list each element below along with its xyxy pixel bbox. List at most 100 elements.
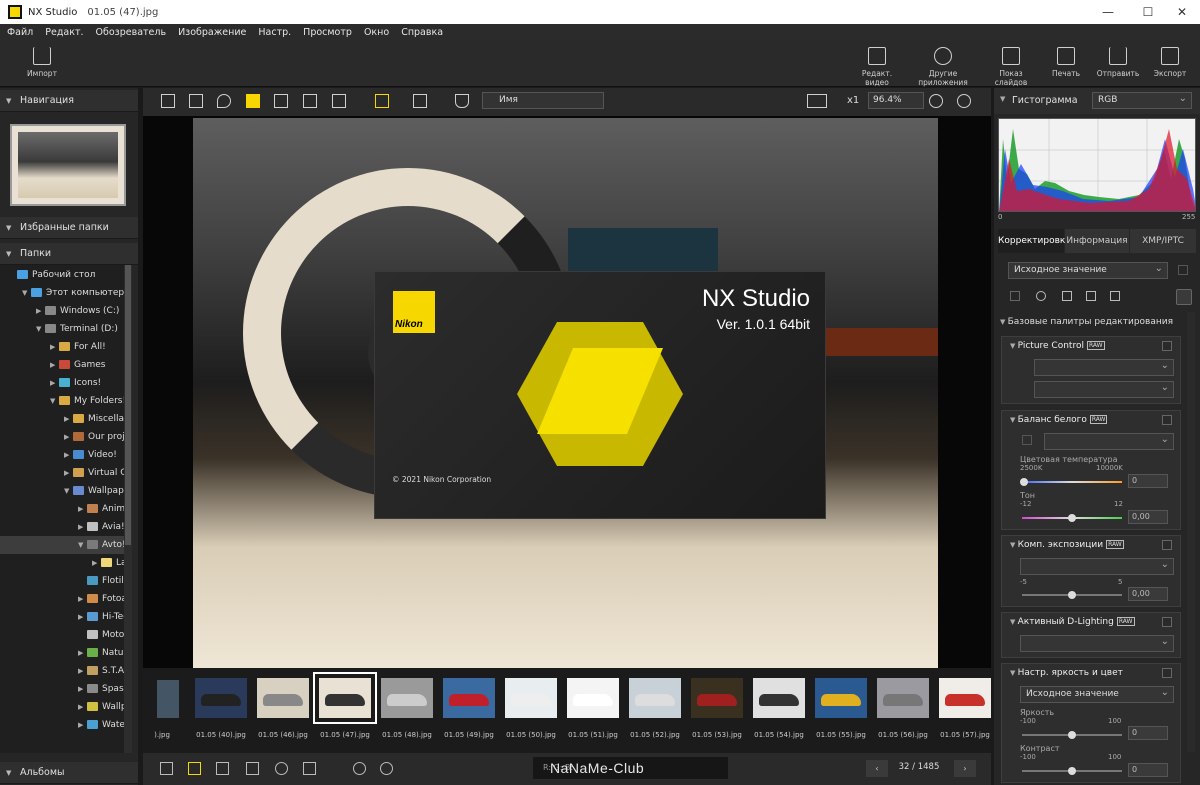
- adl-header[interactable]: Активный D-LightingRAW: [1010, 617, 1135, 627]
- tree-item[interactable]: ▶ Avia!: [0, 518, 132, 536]
- filmstrip-thumbnail[interactable]: [815, 678, 867, 718]
- tree-expand-icon[interactable]: ▶: [50, 374, 59, 392]
- tree-expand-icon[interactable]: ▶: [64, 428, 73, 446]
- exposure-select[interactable]: [1020, 557, 1174, 575]
- tree-item[interactable]: Moto!: [0, 626, 132, 644]
- print-button[interactable]: Печать: [1046, 47, 1086, 78]
- stack-icon[interactable]: [160, 762, 173, 775]
- picture-control-header[interactable]: Picture ControlRAW: [1010, 341, 1105, 351]
- filmstrip-thumbnail[interactable]: [257, 678, 309, 718]
- tree-expand-icon[interactable]: ▶: [64, 410, 73, 428]
- contrast-value[interactable]: 0: [1128, 763, 1168, 777]
- tree-expand-icon[interactable]: ▼: [64, 482, 73, 500]
- next-image-button[interactable]: ›: [954, 760, 976, 777]
- tree-item[interactable]: ▶ Hi-Tech: [0, 608, 132, 626]
- picture-control-select[interactable]: [1034, 358, 1174, 376]
- tree-item[interactable]: ▶ Spase!: [0, 680, 132, 698]
- menu-edit[interactable]: Редакт.: [38, 27, 88, 38]
- color-temp-knob[interactable]: [1020, 478, 1028, 486]
- histogram-icon[interactable]: [303, 762, 316, 775]
- tree-expand-icon[interactable]: ▶: [78, 680, 87, 698]
- rotate-left-icon[interactable]: [353, 762, 366, 775]
- tree-expand-icon[interactable]: ▼: [22, 284, 31, 302]
- partial-thumbnail[interactable]: [157, 680, 179, 718]
- histogram-channel-select[interactable]: RGB: [1092, 91, 1192, 109]
- menu-file[interactable]: Файл: [0, 27, 38, 38]
- tree-item[interactable]: Рабочий стол: [0, 266, 132, 284]
- multi-view-icon[interactable]: [303, 94, 317, 108]
- white-balance-checkbox[interactable]: [1162, 415, 1172, 425]
- picture-control-sub-select[interactable]: [1034, 380, 1174, 398]
- other-apps-button[interactable]: Другие приложения: [905, 47, 981, 87]
- minimize-button[interactable]: —: [1088, 0, 1128, 24]
- preset-checkbox[interactable]: [1178, 265, 1188, 275]
- slideshow-button[interactable]: Показ слайдов: [983, 47, 1039, 87]
- tree-item[interactable]: ▶ For All!: [0, 338, 132, 356]
- menu-help[interactable]: Справка: [394, 27, 448, 38]
- menu-window[interactable]: Окно: [357, 27, 394, 38]
- select-icon[interactable]: [188, 762, 201, 775]
- brightness-color-checkbox[interactable]: [1162, 668, 1172, 678]
- albums-header[interactable]: Альбомы: [0, 762, 138, 784]
- tree-item[interactable]: ▼ My Folders!: [0, 392, 132, 410]
- tree-expand-icon[interactable]: ▶: [50, 338, 59, 356]
- send-button[interactable]: Отправить: [1096, 47, 1140, 78]
- white-balance-select[interactable]: [1044, 432, 1174, 450]
- list-view-icon[interactable]: [189, 94, 203, 108]
- tab-xmp[interactable]: XMP/IPTC: [1130, 229, 1196, 253]
- filmstrip-thumbnail[interactable]: [443, 678, 495, 718]
- tone-knob[interactable]: [1068, 514, 1076, 522]
- picture-control-checkbox[interactable]: [1162, 341, 1172, 351]
- filmstrip-thumbnail[interactable]: [381, 678, 433, 718]
- tree-expand-icon[interactable]: ▶: [78, 698, 87, 716]
- tree-expand-icon[interactable]: ▼: [50, 392, 59, 410]
- zoom-in-icon[interactable]: [957, 94, 971, 108]
- export-button[interactable]: Экспорт: [1150, 47, 1190, 78]
- tree-expand-icon[interactable]: ▼: [36, 320, 45, 338]
- menu-image[interactable]: Изображение: [171, 27, 251, 38]
- zoom-select[interactable]: 96.4%: [868, 92, 924, 109]
- tree-expand-icon[interactable]: ▶: [78, 644, 87, 662]
- tree-expand-icon[interactable]: ▶: [78, 716, 87, 734]
- tree-expand-icon[interactable]: ▶: [50, 356, 59, 374]
- tree-expand-icon[interactable]: ▶: [64, 464, 73, 482]
- adl-select[interactable]: [1020, 634, 1174, 652]
- thumbnail-size-icon[interactable]: [375, 94, 389, 108]
- tree-expand-icon[interactable]: ▼: [78, 536, 87, 554]
- tree-item[interactable]: ▼ Avto!: [0, 536, 132, 554]
- tree-item[interactable]: ▶Virtual CD!: [0, 464, 132, 482]
- exposure-checkbox[interactable]: [1162, 540, 1172, 550]
- filmstrip-thumbnail[interactable]: [691, 678, 743, 718]
- basic-palettes-header[interactable]: ▼ Базовые палитры редактирования: [1000, 317, 1173, 327]
- right-panel-scrollbar[interactable]: [1187, 312, 1195, 752]
- tab-adjustments[interactable]: Корректировки: [998, 229, 1071, 253]
- edit-video-button[interactable]: Редакт. видео: [850, 47, 904, 87]
- folders-header[interactable]: Папки: [0, 243, 138, 265]
- exposure-header[interactable]: Комп. экспозицииRAW: [1010, 540, 1124, 550]
- filmstrip-thumbnail[interactable]: [313, 672, 377, 724]
- brightness-color-header[interactable]: Настр. яркость и цвет: [1010, 668, 1123, 678]
- info-icon[interactable]: [275, 762, 288, 775]
- tree-expand-icon[interactable]: ▶: [36, 302, 45, 320]
- crop-icon[interactable]: [1086, 291, 1096, 301]
- navigation-header[interactable]: Навигация: [0, 90, 138, 112]
- color-temp-slider[interactable]: [1022, 481, 1122, 483]
- tree-expand-icon[interactable]: ▶: [78, 590, 87, 608]
- folder-tree-scrollbar[interactable]: [124, 265, 132, 753]
- tree-item[interactable]: ▼ Terminal (D:): [0, 320, 132, 338]
- contrast-knob[interactable]: [1068, 767, 1076, 775]
- menu-browser[interactable]: Обозреватель: [89, 27, 172, 38]
- tree-item[interactable]: ▶ Windows (C:): [0, 302, 132, 320]
- close-button[interactable]: ✕: [1162, 0, 1200, 24]
- retouch-icon[interactable]: [1010, 291, 1020, 301]
- brightness-value[interactable]: 0: [1128, 726, 1168, 740]
- tree-expand-icon[interactable]: ▶: [78, 608, 87, 626]
- tab-info[interactable]: Информация: [1065, 229, 1129, 253]
- tree-item[interactable]: ▶ Water!: [0, 716, 132, 734]
- tree-item[interactable]: ▶ Our projec: [0, 428, 132, 446]
- filmstrip-thumbnail[interactable]: [195, 678, 247, 718]
- straighten-icon[interactable]: [1062, 291, 1072, 301]
- compare-view-icon[interactable]: [274, 94, 288, 108]
- filmstrip-thumbnail[interactable]: [629, 678, 681, 718]
- tree-item[interactable]: ▼ Этот компьютер: [0, 284, 132, 302]
